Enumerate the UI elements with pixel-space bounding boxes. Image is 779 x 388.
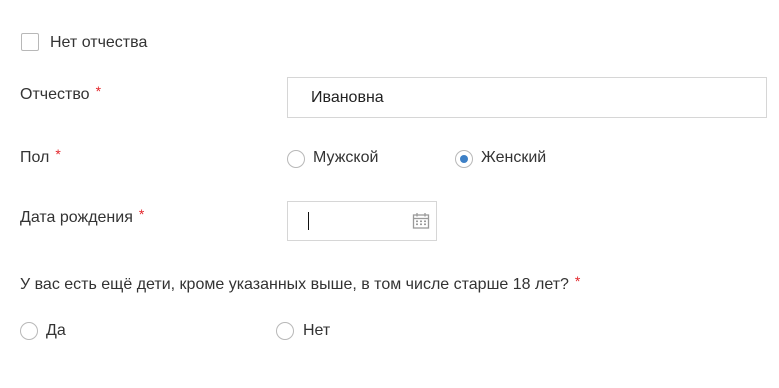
sex-male-label: Мужской [313, 149, 379, 166]
other-children-question-row: У вас есть ещё дети, кроме указанных выш… [20, 273, 581, 295]
required-mark: * [95, 83, 102, 99]
other-children-no-label: Нет [303, 322, 331, 339]
patronymic-input[interactable] [287, 77, 767, 118]
calendar-icon[interactable] [412, 212, 430, 235]
sex-label-row: Пол * [20, 146, 61, 168]
patronymic-label-row: Отчество * [20, 83, 102, 105]
sex-male-radio[interactable] [287, 150, 305, 168]
birth-date-input[interactable] [287, 201, 437, 241]
required-mark: * [138, 206, 145, 222]
patronymic-label: Отчество [20, 86, 90, 103]
no-patronymic-label: Нет отчества [50, 34, 148, 51]
other-children-yes-label: Да [46, 322, 66, 339]
required-mark: * [574, 273, 581, 289]
sex-female-radio[interactable] [455, 150, 473, 168]
other-children-yes-radio[interactable] [20, 322, 38, 340]
text-caret [308, 212, 309, 230]
birth-date-label-row: Дата рождения * [20, 206, 145, 228]
other-children-no-radio[interactable] [276, 322, 294, 340]
birth-date-label: Дата рождения [20, 209, 133, 226]
required-mark: * [55, 146, 61, 162]
sex-label: Пол [20, 149, 50, 166]
other-children-question: У вас есть ещё дети, кроме указанных выш… [20, 276, 569, 293]
sex-female-label: Женский [481, 149, 547, 166]
no-patronymic-checkbox[interactable] [21, 33, 39, 51]
